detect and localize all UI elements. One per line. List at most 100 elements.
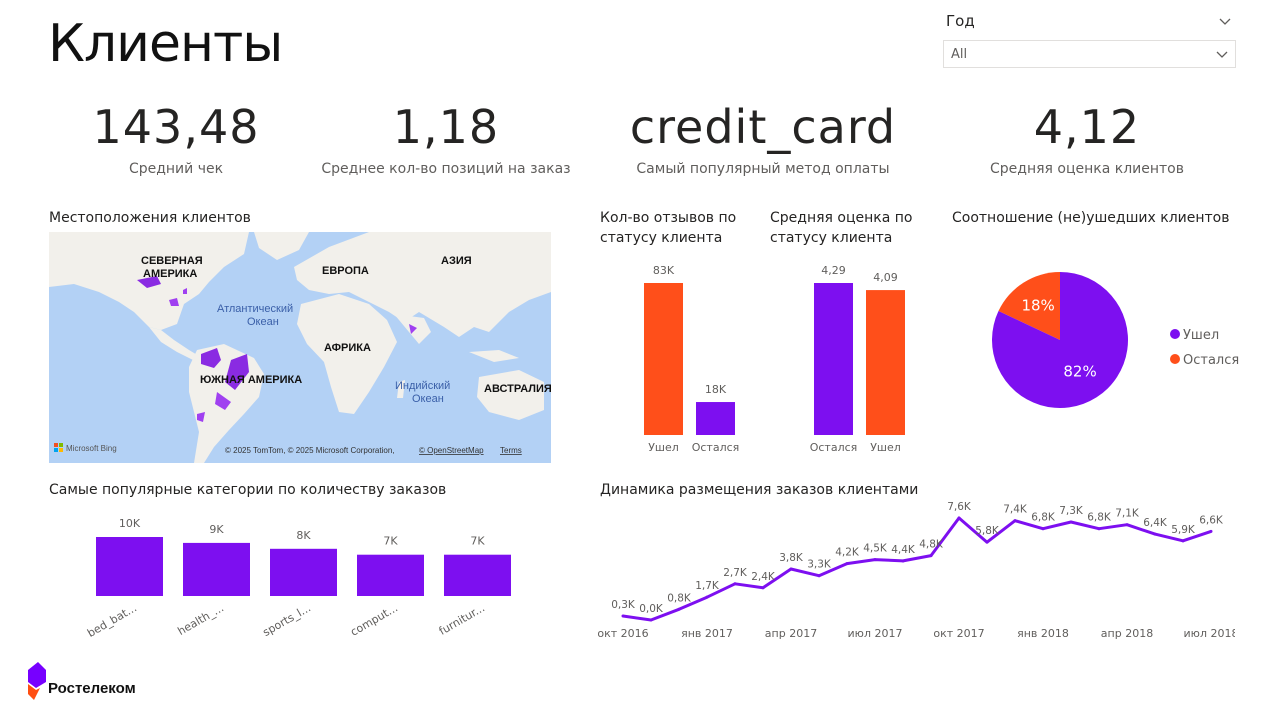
- chevron-down-icon: [1216, 51, 1228, 58]
- orders-x-tick: июл 2017: [848, 627, 903, 640]
- orders-data-label: 4,5K: [863, 543, 888, 555]
- orders-data-label: 0,8K: [667, 592, 692, 604]
- orders-point: [817, 574, 821, 578]
- map-label-atlantic-l2: Океан: [247, 316, 279, 328]
- orders-data-label: 1,7K: [695, 580, 720, 592]
- category-data-label: 10K: [119, 517, 141, 530]
- category-data-label: 8K: [296, 529, 311, 542]
- churn-pie-chart[interactable]: 18% 82% Ушел Остался: [980, 270, 1250, 430]
- category-bar: [357, 554, 424, 596]
- map-label-north-america-l2: АМЕРИКА: [143, 268, 197, 280]
- kpi-payment-method-label: Самый популярный метод оплаты: [636, 161, 890, 177]
- orders-data-label: 0,0K: [639, 603, 664, 615]
- kpi-avg-rating-label: Средняя оценка клиентов: [990, 161, 1184, 177]
- orders-x-tick: апр 2018: [1101, 627, 1153, 640]
- terms-link[interactable]: Terms: [500, 446, 522, 455]
- orders-data-label: 5,8K: [975, 525, 1000, 537]
- orders-point: [957, 516, 961, 520]
- orders-x-tick: окт 2016: [597, 627, 648, 640]
- bar-0: [644, 283, 683, 435]
- page-title: Клиенты: [48, 14, 283, 74]
- pie-chart-title: Соотношение (не)ушедших клиентов: [952, 210, 1230, 226]
- kpi-avg-items-value: 1,18: [392, 100, 500, 154]
- map-label-indian-l1: Индийский: [395, 380, 450, 392]
- categories-bar-chart[interactable]: 10K bed_bat... 9K health_... 8K sports_l... 7K…: [49, 505, 549, 645]
- orders-x-tick: янв 2018: [1017, 627, 1069, 640]
- map-label-north-america-l1: СЕВЕРНАЯ: [141, 255, 203, 267]
- category-bar: [96, 537, 163, 596]
- category-tick-label: sports_l...: [261, 601, 313, 639]
- category-bar: [444, 554, 511, 596]
- year-slicer-value: All: [951, 47, 968, 62]
- rating-chart-title: Средняя оценка по статусу клиента: [770, 208, 940, 248]
- pie-slice-label: 82%: [1063, 363, 1096, 381]
- chevron-down-icon[interactable]: [1218, 14, 1232, 28]
- x-tick-label: Ушел: [870, 441, 901, 454]
- openstreetmap-link[interactable]: © OpenStreetMap: [419, 446, 484, 455]
- bar-0: [814, 283, 853, 435]
- orders-data-label: 6,8K: [1087, 512, 1112, 524]
- kpi-payment-method-value: credit_card: [629, 100, 897, 154]
- x-tick-label: Остался: [692, 441, 740, 454]
- legend-marker: [1170, 329, 1180, 339]
- orders-x-tick: июл 2018: [1184, 627, 1235, 640]
- kpi-avg-check-value: 143,48: [92, 100, 260, 154]
- orders-data-label: 3,3K: [807, 559, 832, 571]
- category-data-label: 9K: [209, 523, 224, 536]
- orders-point: [1181, 539, 1185, 543]
- orders-point: [789, 567, 793, 571]
- orders-line-chart[interactable]: 0,3K 0,0K0,8K1,7K2,7K 2,4K3,8K3,3K4,2K 4,5K…: [595, 500, 1235, 645]
- orders-data-label: 0,3K: [611, 599, 636, 611]
- year-slicer-dropdown[interactable]: All: [943, 40, 1236, 68]
- map-title: Местоположения клиентов: [49, 210, 251, 226]
- orders-point: [621, 614, 625, 618]
- rating-chart-title-line1: Средняя оценка по: [770, 210, 913, 226]
- legend-label: Ушел: [1183, 328, 1219, 343]
- orders-point: [1097, 527, 1101, 531]
- orders-point: [901, 559, 905, 563]
- pie-slice-label: 18%: [1021, 297, 1054, 315]
- orders-point: [845, 562, 849, 566]
- orders-point: [1013, 519, 1017, 523]
- orders-point: [761, 586, 765, 590]
- orders-point: [649, 618, 653, 622]
- orders-point: [1125, 523, 1129, 527]
- category-tick-label: health_...: [175, 601, 226, 638]
- orders-data-label: 3,8K: [779, 552, 804, 564]
- category-bar: [183, 542, 250, 596]
- reviews-chart-title: Кол-во отзывов по статусу клиента: [600, 208, 760, 248]
- orders-point: [1209, 529, 1213, 533]
- kpi-avg-rating-value: 4,12: [1033, 100, 1141, 154]
- orders-point: [1069, 520, 1073, 524]
- customer-location-map[interactable]: СЕВЕРНАЯ АМЕРИКА ЕВРОПА АЗИЯ Атлантическ…: [49, 232, 551, 463]
- rating-by-status-chart[interactable]: 4,29 Остался 4,09 Ушел: [800, 255, 930, 460]
- map-copyright: © 2025 TomTom, © 2025 Microsoft Corporat…: [225, 446, 395, 455]
- orders-data-label: 6,8K: [1031, 512, 1056, 524]
- orders-chart-title: Динамика размещения заказов клиентами: [600, 482, 919, 498]
- reviews-chart-title-line1: Кол-во отзывов по: [600, 210, 737, 226]
- orders-data-label: 6,6K: [1199, 514, 1224, 526]
- orders-data-label: 2,7K: [723, 567, 748, 579]
- orders-x-tick: апр 2017: [765, 627, 817, 640]
- map-label-south-america: ЮЖНАЯ АМЕРИКА: [200, 374, 302, 386]
- orders-point: [677, 607, 681, 611]
- year-slicer-label: Год: [946, 12, 975, 30]
- orders-data-label: 6,4K: [1143, 517, 1168, 529]
- rating-chart-title-line2: статусу клиента: [770, 230, 893, 246]
- bar-1: [696, 402, 735, 435]
- categories-chart-title: Самые популярные категории по количеству…: [49, 482, 447, 498]
- bar-data-label: 4,29: [821, 264, 846, 277]
- bar-data-label: 18K: [705, 383, 727, 396]
- category-data-label: 7K: [470, 535, 485, 548]
- orders-data-label: 7,4K: [1003, 504, 1028, 516]
- category-tick-label: comput...: [348, 601, 400, 638]
- orders-data-label: 7,3K: [1059, 505, 1084, 517]
- bar-data-label: 4,09: [873, 271, 898, 284]
- legend-marker: [1170, 354, 1180, 364]
- map-label-africa: АФРИКА: [324, 342, 371, 354]
- map-label-australia: АВСТРАЛИЯ: [484, 383, 551, 395]
- map-label-asia: АЗИЯ: [441, 255, 472, 267]
- orders-point: [873, 558, 877, 562]
- reviews-by-status-chart[interactable]: 83K Ушел 18K Остался: [630, 255, 760, 460]
- orders-data-label: 4,8K: [919, 539, 944, 551]
